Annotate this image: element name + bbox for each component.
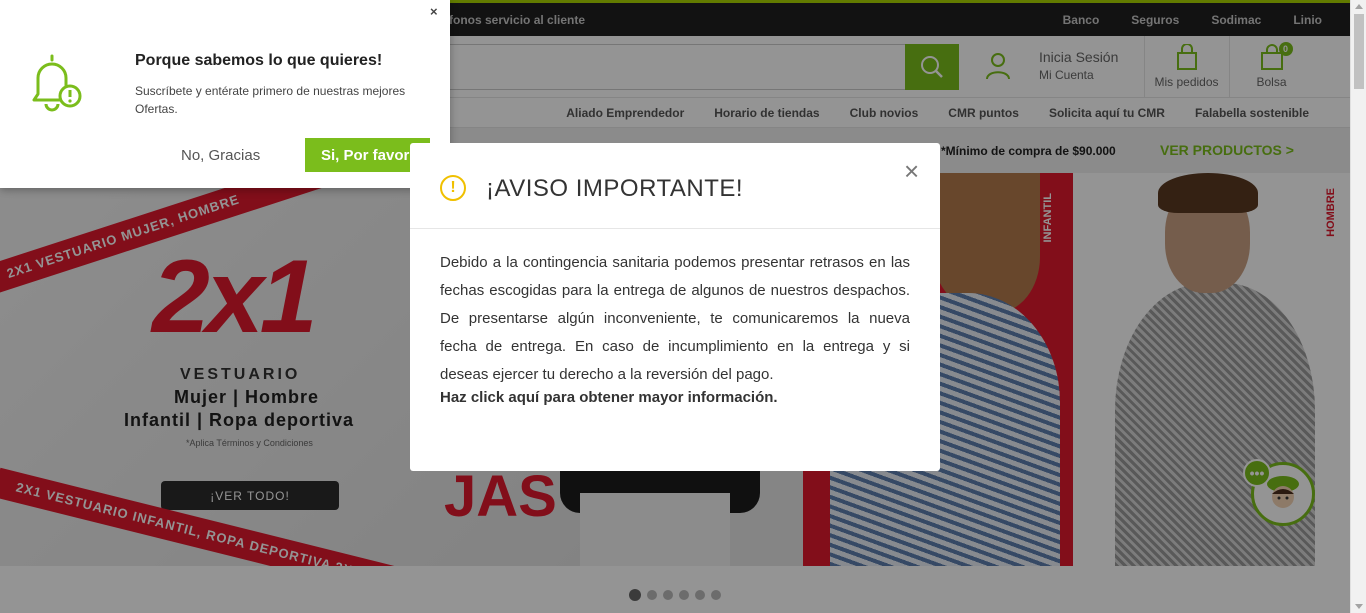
- important-notice-modal: ! ¡AVISO IMPORTANTE! × Debido a la conti…: [410, 143, 940, 471]
- modal-header: ! ¡AVISO IMPORTANTE! ×: [410, 143, 940, 229]
- push-close-button[interactable]: ×: [430, 4, 438, 19]
- push-subscribe-popup: × Porque sabemos lo que quieres! Suscríb…: [0, 0, 450, 188]
- scroll-down-arrow-icon[interactable]: [1355, 604, 1363, 609]
- push-description: Suscríbete y entérate primero de nuestra…: [135, 84, 406, 116]
- scrollbar-thumb[interactable]: [1354, 14, 1364, 89]
- modal-info-link[interactable]: Haz click aquí para obtener mayor inform…: [440, 389, 778, 406]
- modal-title: ¡AVISO IMPORTANTE!: [486, 175, 744, 202]
- warning-icon: !: [440, 175, 466, 201]
- modal-body-text: Debido a la contingencia sanitaria podem…: [440, 254, 910, 383]
- bell-icon: [24, 52, 86, 119]
- modal-close-button[interactable]: ×: [904, 158, 919, 184]
- push-title: Porque sabemos lo que quieres!: [135, 52, 383, 69]
- push-decline-button[interactable]: No, Gracias: [181, 147, 260, 164]
- scroll-up-arrow-icon[interactable]: [1355, 4, 1363, 9]
- page-scrollbar[interactable]: [1350, 0, 1366, 613]
